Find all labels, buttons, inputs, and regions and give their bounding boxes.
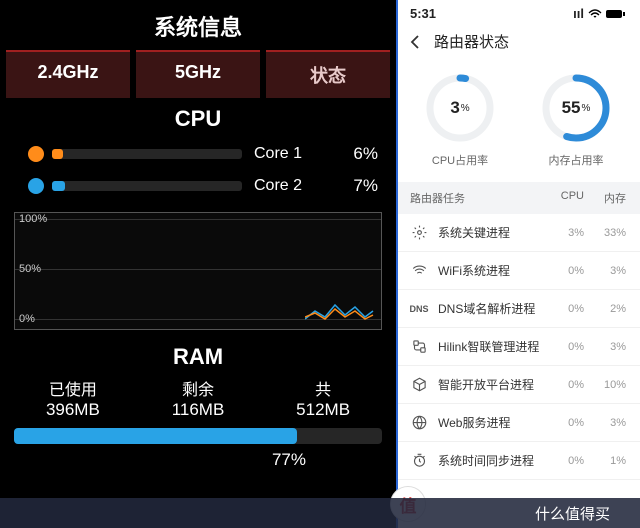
band-tabs: 2.4GHz 5GHz 状态 [0,50,396,98]
task-row[interactable]: 智能开放平台进程0%10% [396,366,640,404]
core-1-label: Core 1 [254,145,318,163]
task-table-body: 系统关键进程3%33%WiFi系统进程0%3%DNSDNS域名解析进程0%2%H… [396,214,640,480]
task-mem: 3% [584,265,626,277]
task-mem: 3% [584,417,626,429]
ram-free-value: 116MB [172,400,225,420]
nav-bar: 路由器状态 [396,23,640,62]
sparkline-icon [305,297,375,325]
ram-heading: RAM [0,336,396,376]
cpu-gauge: 3% CPU占用率 [424,72,496,168]
task-name: 系统时间同步进程 [438,452,542,469]
mem-gauge-label: 内存占用率 [540,152,612,168]
cpu-history-chart: 100% 50% 0% [14,212,382,330]
task-name: DNS域名解析进程 [438,300,542,317]
task-cpu: 0% [542,341,584,353]
ram-used-value: 396MB [46,400,100,420]
wifi-icon [588,9,602,19]
task-table-head: 路由器任务 CPU 内存 [396,182,640,214]
task-name: 系统关键进程 [438,224,542,241]
task-row[interactable]: 系统时间同步进程0%1% [396,442,640,480]
ram-used-label: 已使用 [46,376,100,400]
task-mem: 2% [584,303,626,315]
box-icon [410,377,428,392]
ram-bar [14,428,382,444]
task-cpu: 0% [542,379,584,391]
tab-5ghz[interactable]: 5GHz [136,50,260,98]
core-1-row: Core 1 6% [0,138,396,170]
core-2-dot-icon [28,178,44,194]
task-row[interactable]: Web服务进程0%3% [396,404,640,442]
signal-icon: ııl [573,6,584,21]
tick-100: 100% [19,213,47,225]
cpu-heading: CPU [0,98,396,138]
task-cpu: 0% [542,417,584,429]
ram-total-label: 共 [296,376,350,400]
task-row[interactable]: Hilink智联管理进程0%3% [396,328,640,366]
gauges: 3% CPU占用率 55% 内存占用率 [396,62,640,182]
status-bar: 5:31 ııl [396,0,640,23]
core-2-label: Core 2 [254,177,318,195]
ram-pct: 77% [0,450,396,470]
core-2-pct: 7% [330,176,378,196]
ram-total-value: 512MB [296,400,350,420]
task-mem: 1% [584,455,626,467]
mem-gauge: 55% 内存占用率 [540,72,612,168]
link-icon [410,339,428,354]
tab-status[interactable]: 状态 [266,50,390,98]
dns-icon: DNS [410,304,428,314]
watermark-bar: 什么值得买 [0,498,640,528]
task-row[interactable]: DNS DNS域名解析进程0%2% [396,290,640,328]
task-cpu: 3% [542,227,584,239]
task-name: Hilink智联管理进程 [438,338,542,355]
task-cpu: 0% [542,455,584,467]
core-1-pct: 6% [330,144,378,164]
core-1-dot-icon [28,146,44,162]
panel-divider [396,0,398,528]
task-row[interactable]: 系统关键进程3%33% [396,214,640,252]
panel-title: 系统信息 [0,0,396,50]
task-cpu: 0% [542,265,584,277]
nav-title: 路由器状态 [434,31,509,52]
clock-icon [410,453,428,468]
task-mem: 33% [584,227,626,239]
back-icon[interactable] [408,34,424,50]
task-row[interactable]: WiFi系统进程0%3% [396,252,640,290]
tick-50: 50% [19,263,41,275]
tick-0: 0% [19,313,35,325]
gear-icon [410,225,428,240]
task-name: WiFi系统进程 [438,262,542,279]
core-2-row: Core 2 7% [0,170,396,202]
task-mem: 10% [584,379,626,391]
ram-stats: 已使用396MB 剩余116MB 共512MB [0,376,396,426]
task-cpu: 0% [542,303,584,315]
task-mem: 3% [584,341,626,353]
system-info-panel: 系统信息 2.4GHz 5GHz 状态 CPU Core 1 6% Core 2… [0,0,396,528]
tab-2-4ghz[interactable]: 2.4GHz [6,50,130,98]
cpu-gauge-label: CPU占用率 [424,152,496,168]
task-name: Web服务进程 [438,414,542,431]
ram-free-label: 剩余 [172,376,225,400]
status-time: 5:31 [410,6,436,21]
battery-icon [606,9,626,19]
globe-icon [410,415,428,430]
watermark-text: 什么值得买 [535,503,610,524]
task-name: 智能开放平台进程 [438,376,542,393]
wifi-icon [410,263,428,278]
router-status-panel: 5:31 ııl 路由器状态 3% CPU占用率 55% 内存占用率 路由器任务… [396,0,640,528]
